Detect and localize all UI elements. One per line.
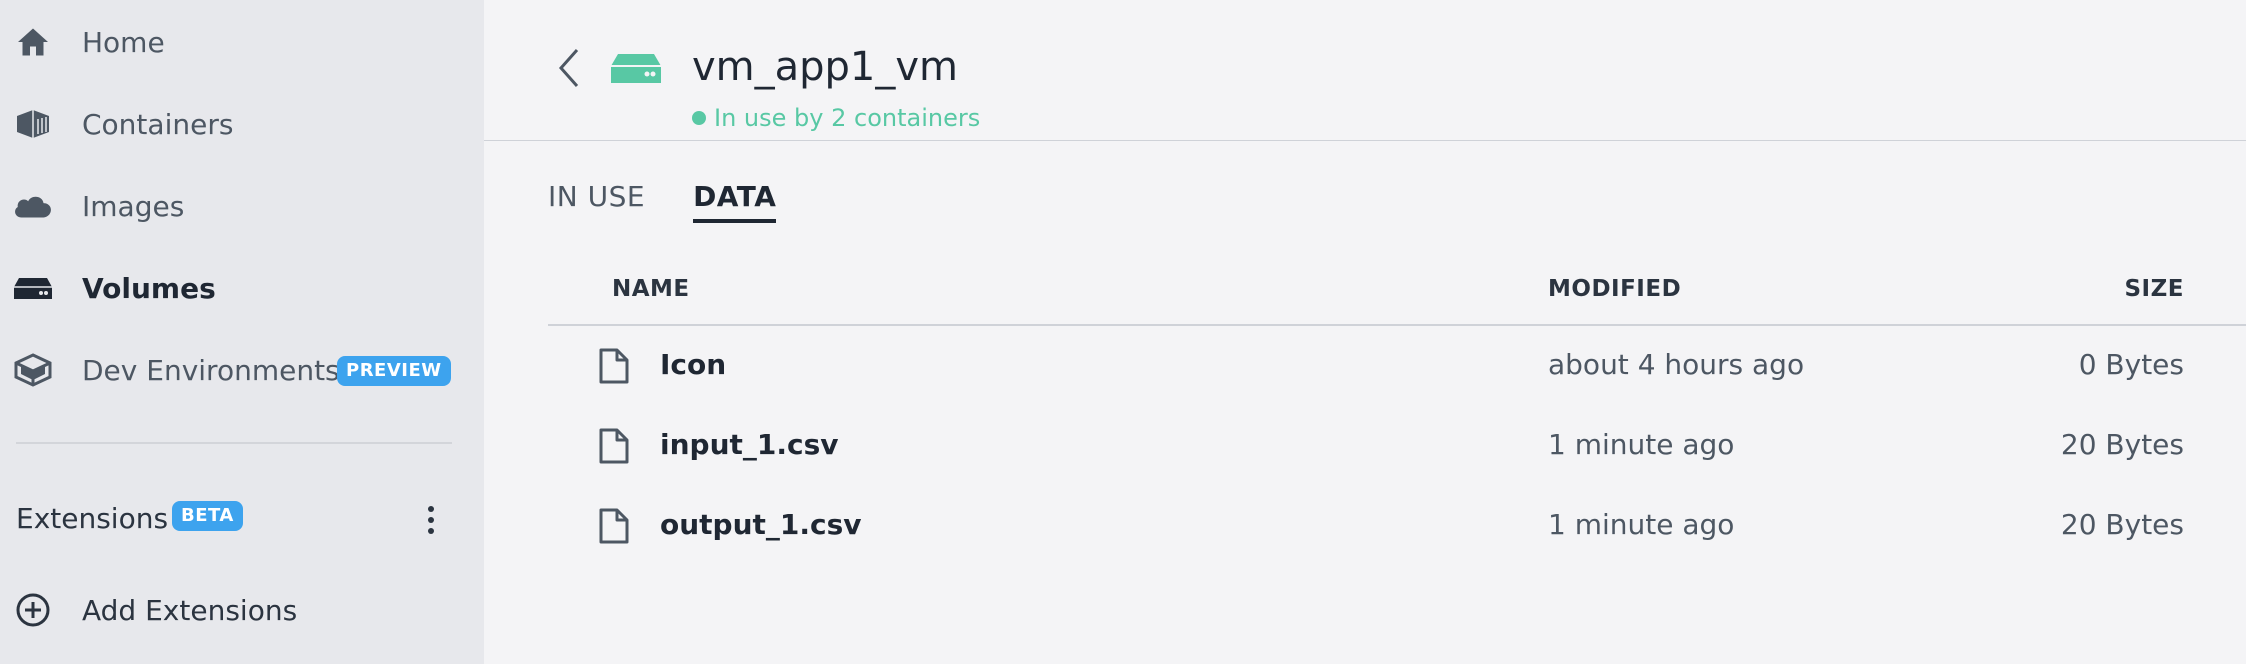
files-table: NAME MODIFIED SIZE Icon about 4 hours ag…	[548, 268, 2246, 566]
home-icon	[12, 21, 54, 63]
status-indicator: In use by 2 containers	[692, 104, 980, 132]
beta-badge: BETA	[172, 501, 243, 531]
file-name: Icon	[660, 348, 727, 381]
cloud-icon	[12, 185, 54, 227]
file-icon	[598, 347, 630, 385]
table-row[interactable]: output_1.csv 1 minute ago 20 Bytes	[548, 486, 2246, 566]
table-row[interactable]: Icon about 4 hours ago 0 Bytes	[548, 326, 2246, 406]
column-header-size[interactable]: SIZE	[2124, 276, 2184, 302]
main-content: vm_app1_vm In use by 2 containers IN USE…	[484, 0, 2246, 664]
file-modified: 1 minute ago	[1548, 428, 1735, 461]
column-header-name[interactable]: NAME	[612, 276, 690, 302]
back-button[interactable]	[552, 44, 586, 92]
file-name: input_1.csv	[660, 428, 839, 461]
container-icon	[12, 103, 54, 145]
tab-data[interactable]: DATA	[693, 180, 777, 223]
file-icon	[598, 427, 630, 465]
add-circle-icon	[12, 589, 54, 631]
chevron-left-icon	[558, 49, 579, 87]
volume-icon	[610, 50, 662, 86]
page-title: vm_app1_vm	[692, 44, 959, 90]
add-extensions-label: Add Extensions	[82, 593, 298, 627]
file-size: 20 Bytes	[2060, 428, 2184, 461]
file-size: 20 Bytes	[2060, 508, 2184, 541]
table-row[interactable]: input_1.csv 1 minute ago 20 Bytes	[548, 406, 2246, 486]
tab-bar: IN USE DATA	[548, 180, 777, 223]
table-header: NAME MODIFIED SIZE	[548, 268, 2246, 326]
file-name: output_1.csv	[660, 508, 862, 541]
file-icon	[598, 507, 630, 545]
sidebar-item-label: Images	[82, 189, 185, 223]
sidebar-divider	[16, 442, 452, 444]
column-header-modified[interactable]: MODIFIED	[1548, 276, 1681, 302]
sidebar: Home Containers Images Volumes Dev Envir…	[0, 0, 484, 664]
preview-badge: PREVIEW	[337, 356, 451, 386]
sidebar-item-home[interactable]: Home	[0, 12, 484, 72]
sidebar-item-volumes[interactable]: Volumes	[0, 258, 484, 318]
extensions-label: Extensions	[16, 502, 169, 535]
header-divider	[484, 140, 2246, 141]
sidebar-item-label: Dev Environments	[82, 353, 340, 387]
add-extensions-button[interactable]: Add Extensions	[0, 580, 484, 640]
dev-environments-icon	[12, 349, 54, 391]
sidebar-item-label: Home	[82, 25, 165, 59]
extensions-header: Extensions BETA	[0, 490, 484, 550]
tab-in-use[interactable]: IN USE	[548, 180, 645, 223]
volume-icon	[12, 267, 54, 309]
sidebar-item-dev-environments[interactable]: Dev Environments PREVIEW	[0, 340, 484, 400]
sidebar-item-containers[interactable]: Containers	[0, 94, 484, 154]
file-size: 0 Bytes	[2078, 348, 2184, 381]
file-modified: about 4 hours ago	[1548, 348, 1805, 381]
extensions-menu-icon[interactable]	[418, 500, 444, 540]
file-modified: 1 minute ago	[1548, 508, 1735, 541]
sidebar-item-images[interactable]: Images	[0, 176, 484, 236]
status-text: In use by 2 containers	[714, 104, 981, 132]
status-dot-icon	[692, 111, 706, 125]
sidebar-item-label: Containers	[82, 107, 234, 141]
sidebar-item-label: Volumes	[82, 271, 216, 305]
